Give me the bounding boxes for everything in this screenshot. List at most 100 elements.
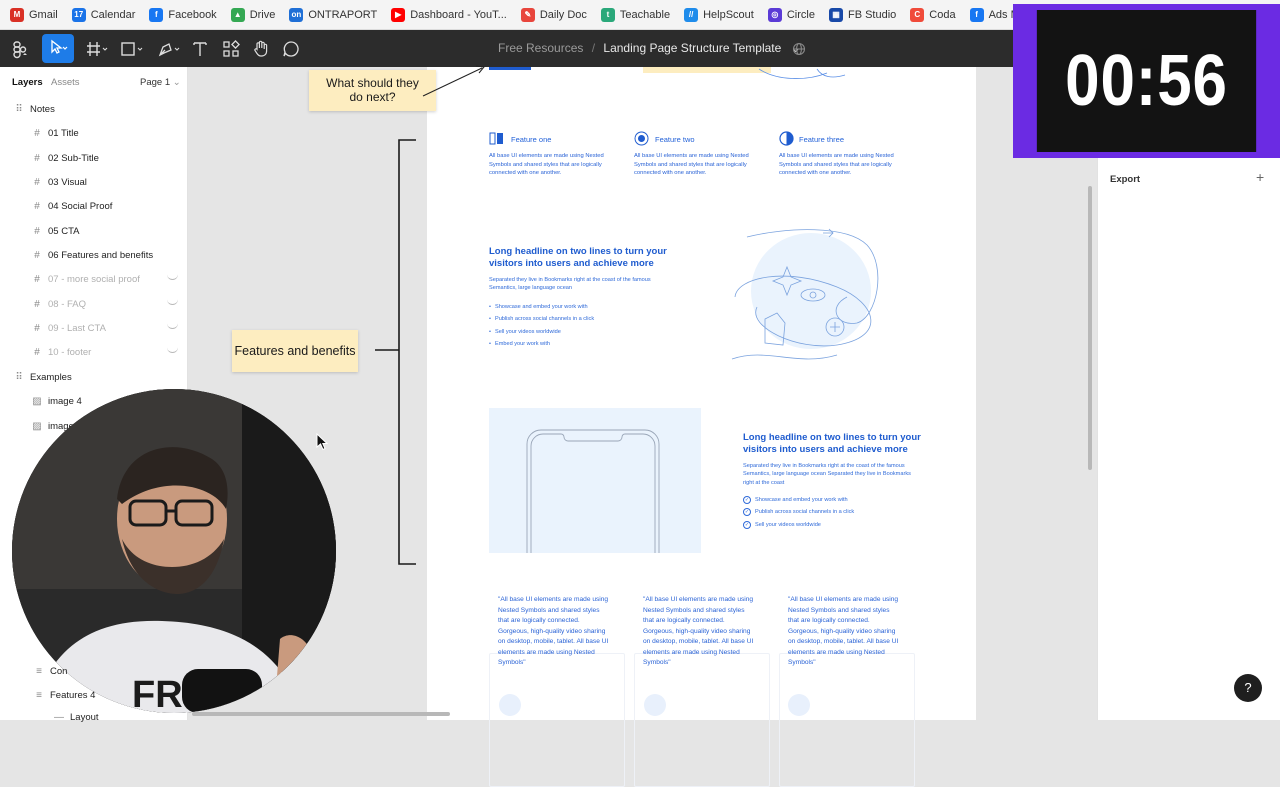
globe-icon[interactable] bbox=[789, 39, 809, 59]
bookmark-item[interactable]: on ONTRAPORT bbox=[289, 7, 377, 22]
bookmark-label: Calendar bbox=[90, 8, 136, 21]
text-t-icon bbox=[193, 42, 207, 56]
bookmark-item[interactable]: ◎ Circle bbox=[767, 7, 815, 22]
page-selector[interactable]: Page 1 ⌄ bbox=[140, 77, 181, 88]
sticky-note-text: Features and benefits bbox=[234, 343, 356, 358]
bookmark-item[interactable]: t Teachable bbox=[600, 7, 670, 22]
bullet-text: Embed your work with bbox=[494, 340, 550, 347]
gmail-icon: M bbox=[10, 7, 24, 22]
hand-tool-button[interactable] bbox=[251, 39, 271, 59]
frame-hash-icon: # bbox=[34, 249, 40, 261]
bookmark-item[interactable]: ✎ Daily Doc bbox=[520, 7, 587, 22]
layer-section[interactable]: ⠿ Examples bbox=[0, 366, 188, 388]
bullet-item: • Publish across social channels in a cli… bbox=[489, 315, 594, 323]
layer-item[interactable]: #09 - Last CTA bbox=[0, 317, 188, 339]
bullet-text: Showcase and embed your work with bbox=[755, 497, 848, 503]
help-button[interactable]: ? bbox=[1234, 674, 1262, 702]
block-two-body: Separated they live in Bookmarks right a… bbox=[743, 463, 911, 486]
testimonial-card bbox=[489, 653, 625, 787]
bookmark-item[interactable]: 17 Calendar bbox=[71, 7, 136, 22]
layer-label: 09 - Last CTA bbox=[48, 322, 106, 334]
bullet-dot-icon: • bbox=[489, 304, 491, 310]
check-circle-icon: ✓ bbox=[743, 520, 751, 529]
resources-tool-button[interactable] bbox=[221, 39, 241, 59]
layer-item[interactable]: ≡ Features 4 bbox=[0, 684, 188, 706]
layer-item[interactable]: #07 - more social proof bbox=[0, 268, 188, 290]
countdown-timer: 00:56 bbox=[1013, 4, 1280, 158]
avatar bbox=[644, 694, 666, 716]
bookmark-item[interactable]: ▦ FB Studio bbox=[828, 7, 896, 22]
layer-item[interactable]: #03 Visual bbox=[0, 171, 188, 193]
cursor-arrow-icon bbox=[51, 39, 68, 54]
youtube-icon: ▶ bbox=[391, 7, 406, 22]
add-export-button[interactable]: + bbox=[1256, 169, 1264, 185]
feature-three-icon bbox=[779, 131, 794, 146]
layer-item[interactable]: — Layout bbox=[0, 706, 188, 728]
chevron-down-icon: ⌄ bbox=[172, 77, 181, 88]
file-name[interactable]: Landing Page Structure Template bbox=[603, 41, 781, 55]
hidden-eye-icon[interactable] bbox=[167, 323, 178, 329]
pen-tool-button[interactable] bbox=[156, 39, 182, 59]
bookmark-item[interactable]: // HelpScout bbox=[684, 7, 754, 22]
breadcrumb-separator: / bbox=[591, 41, 596, 55]
layer-item[interactable]: #01 Title bbox=[0, 122, 188, 144]
layer-section[interactable]: ⠿ Notes bbox=[0, 98, 188, 120]
hand-icon bbox=[254, 40, 268, 57]
bullet-item: • Sell your videos worldwide bbox=[489, 328, 561, 336]
main-menu-button[interactable] bbox=[8, 39, 32, 59]
layer-item[interactable]: #10 - footer bbox=[0, 341, 188, 363]
comment-bubble-icon bbox=[283, 41, 299, 57]
layer-item[interactable]: ≡ Con bbox=[0, 660, 188, 682]
bullet-dot-icon: • bbox=[489, 340, 491, 347]
frame-hash-icon: # bbox=[34, 152, 40, 164]
frame-tool-button[interactable] bbox=[84, 39, 110, 59]
hidden-eye-icon[interactable] bbox=[167, 299, 178, 305]
shape-tool-button[interactable] bbox=[119, 39, 145, 59]
calendar-icon: 17 bbox=[71, 7, 86, 22]
frame-hash-icon: # bbox=[34, 273, 40, 285]
block-one-headline: Long headline on two lines to turn your … bbox=[489, 246, 667, 270]
layer-label: image 4 bbox=[48, 395, 82, 407]
bookmark-item[interactable]: f Facebook bbox=[149, 7, 217, 22]
block-one-body: Separated they live in Bookmarks right a… bbox=[489, 277, 651, 292]
bullet-dot-icon: • bbox=[489, 316, 491, 323]
phone-mockup-image bbox=[489, 408, 701, 553]
text-tool-button[interactable] bbox=[190, 39, 210, 59]
layer-item[interactable]: #06 Features and benefits bbox=[0, 244, 188, 266]
comment-tool-button[interactable] bbox=[281, 39, 301, 59]
bookmark-item[interactable]: ▶ Dashboard - YouT... bbox=[391, 7, 507, 22]
layer-label: 05 CTA bbox=[48, 225, 80, 237]
horizontal-scrollbar[interactable] bbox=[192, 712, 450, 716]
bookmark-item[interactable]: ▲ Drive bbox=[230, 7, 275, 22]
bullet-item: ✓ Publish across social channels in a cli… bbox=[743, 508, 854, 517]
sticky-note-next-step[interactable]: What should they do next? bbox=[309, 70, 436, 111]
section-icon: ⠿ bbox=[15, 371, 23, 383]
bookmark-item[interactable]: M Gmail bbox=[10, 7, 58, 22]
bullet-dot-icon: • bbox=[489, 328, 491, 335]
layer-item[interactable]: #05 CTA bbox=[0, 220, 188, 242]
ontraport-icon: on bbox=[289, 7, 304, 22]
hidden-eye-icon[interactable] bbox=[167, 274, 178, 280]
layer-item[interactable]: #02 Sub-Title bbox=[0, 147, 188, 169]
stack-icon: ≡ bbox=[36, 689, 42, 701]
section-icon: ⠿ bbox=[15, 103, 23, 115]
frame-hash-icon: # bbox=[34, 225, 40, 237]
breadcrumb-parent[interactable]: Free Resources bbox=[498, 41, 583, 55]
sticky-note-features[interactable]: Features and benefits bbox=[232, 330, 358, 372]
cta-button-remnant bbox=[489, 67, 531, 70]
drive-icon: ▲ bbox=[230, 7, 245, 22]
layer-item[interactable]: #04 Social Proof bbox=[0, 195, 188, 217]
feature-three-title: Feature three bbox=[799, 135, 845, 144]
page-label: Page 1 bbox=[140, 77, 171, 88]
block-two-headline: Long headline on two lines to turn your … bbox=[743, 432, 921, 456]
bookmark-item[interactable]: C Coda bbox=[910, 7, 956, 22]
vertical-scrollbar[interactable] bbox=[1088, 186, 1092, 470]
hidden-eye-icon[interactable] bbox=[167, 347, 178, 353]
layer-item[interactable]: #08 - FAQ bbox=[0, 293, 188, 315]
landing-page-frame[interactable]: Feature one All base UI elements are mad… bbox=[427, 67, 976, 787]
tab-layers[interactable]: Layers bbox=[12, 77, 43, 88]
tab-assets[interactable]: Assets bbox=[51, 77, 80, 88]
move-tool-button[interactable] bbox=[42, 34, 74, 63]
section-bracket bbox=[375, 139, 416, 565]
layer-label: Con bbox=[50, 665, 68, 677]
